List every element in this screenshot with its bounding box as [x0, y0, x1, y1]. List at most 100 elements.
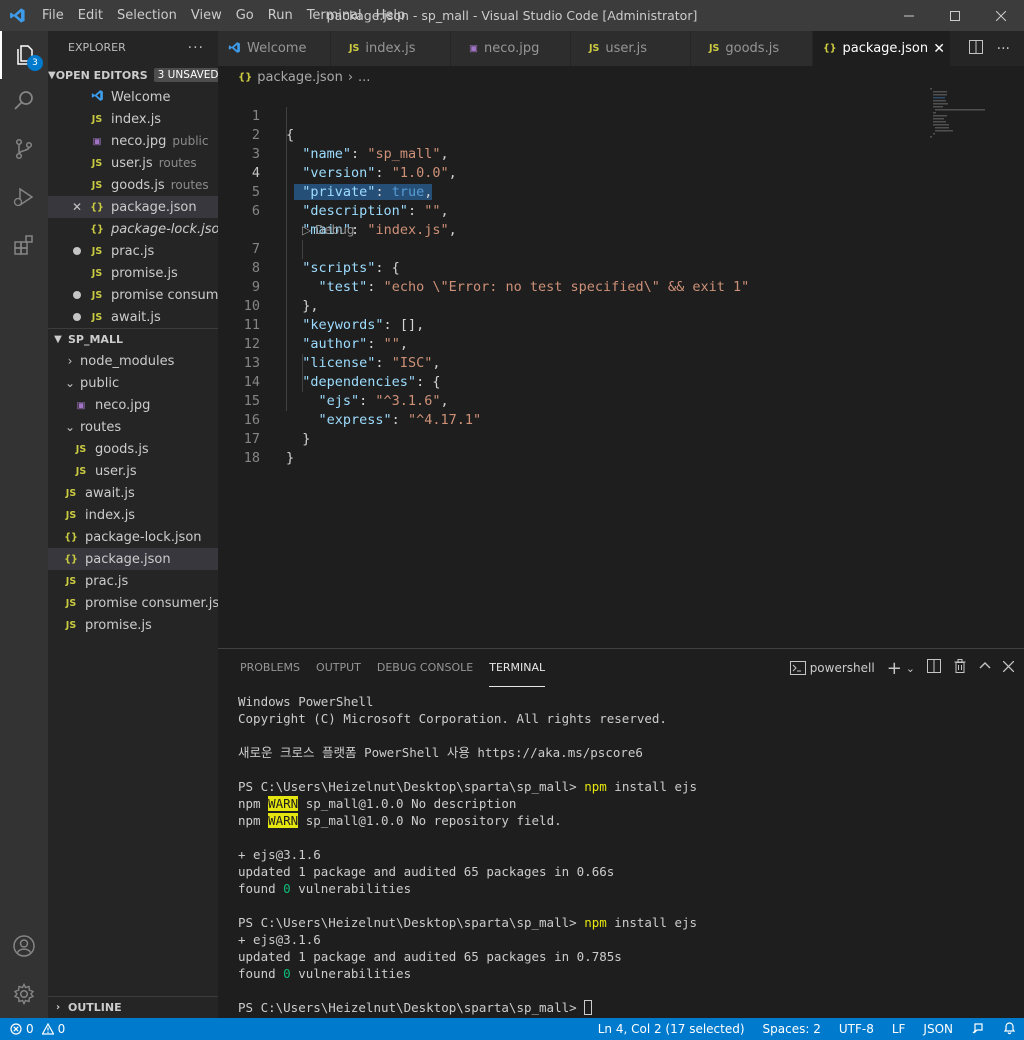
close-window-button[interactable]	[978, 0, 1024, 31]
split-terminal-icon[interactable]	[927, 659, 941, 677]
encoding[interactable]: UTF-8	[839, 1022, 874, 1036]
bell-icon[interactable]	[1003, 1021, 1016, 1038]
open-editor-item[interactable]: JS await.js	[48, 306, 218, 328]
tree-file[interactable]: {} package-lock.json	[48, 526, 218, 548]
feedback-icon[interactable]	[971, 1021, 985, 1038]
breadcrumb-file[interactable]: package.json	[257, 70, 343, 85]
menu-view[interactable]: View	[184, 0, 229, 31]
maximize-button[interactable]	[932, 0, 978, 31]
tab-welcome[interactable]: Welcome	[218, 31, 331, 66]
search-activity-button[interactable]	[0, 77, 48, 125]
open-editor-item[interactable]: JS user.js routes	[48, 152, 218, 174]
panel-actions: powershell + ⌄	[789, 649, 1015, 687]
explorer-activity-button[interactable]: 3	[0, 31, 48, 79]
menu-run[interactable]: Run	[261, 0, 300, 31]
run-debug-icon	[13, 187, 34, 207]
terminal-prompt-line[interactable]: PS C:\Users\Heizelnut\Desktop\sparta\sp_…	[238, 999, 1018, 1016]
breadcrumb-more[interactable]: ...	[358, 70, 370, 85]
menu-go[interactable]: Go	[229, 0, 261, 31]
more-actions-icon[interactable]: ···	[997, 41, 1010, 57]
tree-file-selected[interactable]: {} package.json	[48, 548, 218, 570]
open-editor-item[interactable]: ▣ neco.jpg public	[48, 130, 218, 152]
tree-folder[interactable]: › node_modules	[48, 350, 218, 372]
open-editor-item[interactable]: JS goods.js routes	[48, 174, 218, 196]
tab-package-json[interactable]: {} package.json ✕	[813, 31, 951, 66]
indentation[interactable]: Spaces: 2	[763, 1022, 821, 1036]
open-editor-item[interactable]: JS promise consum...	[48, 284, 218, 306]
trash-icon[interactable]	[953, 659, 967, 677]
editor-tabs: Welcome JS index.js ▣ neco.jpg JS user.j…	[218, 31, 1024, 66]
tab-terminal[interactable]: TERMINAL	[489, 649, 546, 687]
open-editors-header[interactable]: ▼ OPEN EDITORS 3 UNSAVED	[48, 64, 218, 86]
menu-terminal[interactable]: Terminal	[300, 0, 369, 31]
code-line: 13 "dependencies": {	[243, 355, 441, 390]
tab-neco-jpg[interactable]: ▣ neco.jpg	[451, 31, 571, 66]
chevron-down-icon[interactable]: ⌄	[906, 662, 915, 675]
vscode-logo-icon	[0, 0, 35, 31]
open-editor-item[interactable]: JS prac.js	[48, 240, 218, 262]
minimap[interactable]	[930, 86, 1010, 146]
close-editor-icon[interactable]: ✕	[66, 200, 88, 214]
tree-file[interactable]: JS index.js	[48, 504, 218, 526]
cursor-position[interactable]: Ln 4, Col 2 (17 selected)	[598, 1022, 745, 1036]
open-editor-item[interactable]: JS promise.js	[48, 262, 218, 284]
accounts-activity-button[interactable]	[0, 922, 48, 970]
code-line: 1 {	[251, 108, 295, 143]
explorer-more-button[interactable]: ···	[188, 40, 204, 56]
project-folder-label: SP_MALL	[68, 333, 123, 346]
terminal-output[interactable]: Windows PowerShell Copyright (C) Microso…	[238, 693, 1018, 1016]
tree-file[interactable]: JS await.js	[48, 482, 218, 504]
tab-problems[interactable]: PROBLEMS	[240, 649, 300, 687]
tab-debug-console[interactable]: DEBUG CONSOLE	[377, 649, 473, 687]
editor-scrollbar[interactable]	[1010, 66, 1024, 648]
outline-section-header[interactable]: › OUTLINE	[48, 996, 218, 1018]
menu-help[interactable]: Help	[369, 0, 413, 31]
js-file-icon: JS	[65, 487, 77, 499]
terminal-select[interactable]: powershell	[789, 661, 875, 675]
code-area[interactable]: 1 { 2 "name": "sp_mall", 3 "version": "1…	[218, 88, 918, 466]
open-editor-item[interactable]: Welcome	[48, 86, 218, 108]
tab-user-js[interactable]: JS user.js	[571, 31, 691, 66]
open-editor-item-active[interactable]: ✕ {} package.json	[48, 196, 218, 218]
code-line: 2 "name": "sp_mall",	[251, 127, 449, 162]
manage-activity-button[interactable]	[0, 970, 48, 1018]
menu-selection[interactable]: Selection	[110, 0, 184, 31]
tree-file[interactable]: JS user.js	[48, 460, 218, 482]
end-of-line[interactable]: LF	[892, 1022, 906, 1036]
close-tab-icon[interactable]: ✕	[928, 41, 950, 57]
menu-edit[interactable]: Edit	[71, 0, 110, 31]
open-editor-item[interactable]: {} package-lock.json	[48, 218, 218, 240]
code-line: 3 "version": "1.0.0",	[251, 146, 457, 181]
source-control-activity-button[interactable]	[0, 125, 48, 173]
tree-file[interactable]: JS promise.js	[48, 614, 218, 636]
problems-status[interactable]: 0 0	[0, 1022, 65, 1036]
tab-index-js[interactable]: JS index.js	[331, 31, 451, 66]
new-terminal-plus-icon[interactable]: +	[887, 658, 902, 679]
code-editor[interactable]: {} package.json › ... 1 { 2 "name": "sp_…	[218, 66, 1024, 648]
warning-count: 0	[57, 1022, 66, 1036]
tree-file[interactable]: JS goods.js	[48, 438, 218, 460]
minimize-button[interactable]	[886, 0, 932, 31]
tab-output[interactable]: OUTPUT	[316, 649, 361, 687]
code-line: 6 "main": "index.js",	[251, 203, 457, 238]
language-mode[interactable]: JSON	[923, 1022, 953, 1036]
tree-file[interactable]: ▣ neco.jpg	[48, 394, 218, 416]
tree-folder[interactable]: ⌄ routes	[48, 416, 218, 438]
open-editor-item[interactable]: JS index.js	[48, 108, 218, 130]
close-panel-icon[interactable]	[1002, 660, 1015, 676]
breadcrumb: {} package.json › ...	[218, 66, 1024, 88]
project-folder-header[interactable]: ▼ SP_MALL	[48, 328, 218, 350]
maximize-panel-chevron-up-icon[interactable]	[979, 660, 991, 676]
tree-file[interactable]: JS promise consumer.js	[48, 592, 218, 614]
image-file-icon: ▣	[92, 135, 102, 147]
code-line: 17 }	[243, 431, 295, 466]
menu-file[interactable]: File	[35, 0, 71, 31]
run-debug-activity-button[interactable]	[0, 173, 48, 221]
tab-goods-js[interactable]: JS goods.js	[691, 31, 813, 66]
tree-folder[interactable]: ⌄ public	[48, 372, 218, 394]
extensions-activity-button[interactable]	[0, 221, 48, 269]
js-file-icon: JS	[65, 597, 77, 609]
chevron-down-icon: ⌄	[64, 420, 76, 434]
split-editor-icon[interactable]	[968, 39, 983, 58]
tree-file[interactable]: JS prac.js	[48, 570, 218, 592]
